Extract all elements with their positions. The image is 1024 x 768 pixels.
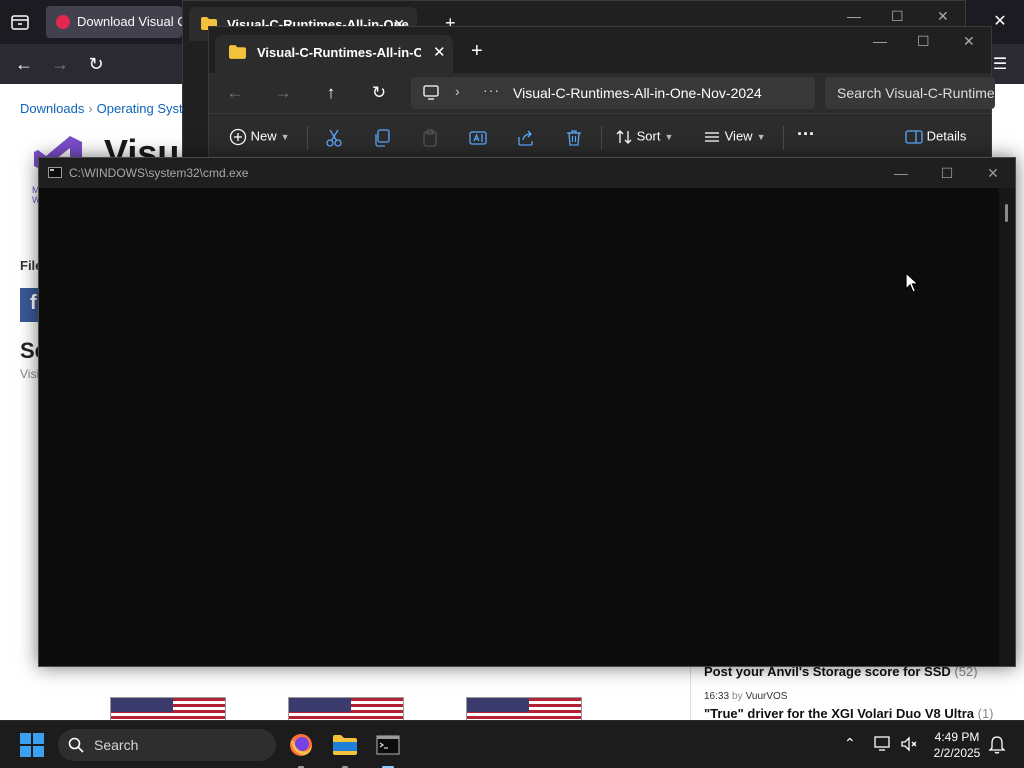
breadcrumb-operating-systems[interactable]: Operating Syste [97,101,190,116]
cmd-title-bar[interactable]: C:\WINDOWS\system32\cmd.exe — ☐ ✕ [39,158,1015,188]
firefox-icon [290,734,312,756]
cmd-title: C:\WINDOWS\system32\cmd.exe [69,166,249,180]
new-tab-button[interactable]: + [471,40,483,63]
us-flag-icon[interactable] [466,697,582,721]
toolbar-divider [307,126,308,150]
folder-icon [333,735,357,755]
us-flag-icon[interactable] [288,697,404,721]
maximize-button[interactable]: ☐ [933,163,961,183]
explorer-toolbar: New ▼ Sort ▼ View ▼ ··· Details [209,113,991,161]
explorer-window: Visual-C-Runtimes-All-in-One- ✕ + — ☐ ✕ … [208,26,995,161]
minimize-button[interactable]: — [887,163,915,183]
tab-list-icon[interactable] [11,14,29,30]
file-explorer-taskbar-button[interactable] [329,729,361,768]
cut-icon[interactable] [325,129,343,147]
windows-logo-icon [20,733,31,744]
notification-bell-icon[interactable] [988,735,1006,755]
minimize-button[interactable]: — [847,8,861,24]
vertical-scrollbar[interactable] [999,188,1015,666]
explorer-tab-label: Visual-C-Runtimes-All-in-One- [257,45,421,60]
up-button[interactable]: ↑ [319,81,343,105]
folder-icon [229,45,246,59]
explorer-tab[interactable]: Visual-C-Runtimes-All-in-One- ✕ [215,35,453,73]
search-icon [68,737,84,753]
chevron-right-icon[interactable]: › [455,83,460,99]
details-button[interactable]: Details [905,128,966,146]
taskbar: Search ⌃ 4:49 PM 2/2/2025 [0,720,1024,768]
firefox-taskbar-button[interactable] [285,729,317,768]
refresh-button[interactable]: ↻ [367,81,391,105]
mouse-cursor-icon [905,272,919,293]
close-window-button[interactable]: ✕ [963,33,975,50]
address-path[interactable]: Visual-C-Runtimes-All-in-One-Nov-2024 [513,85,762,101]
address-field[interactable]: › ··· Visual-C-Runtimes-All-in-One-Nov-2… [411,77,815,109]
browser-tab-label: Download Visual C++ [77,14,182,29]
minimize-button[interactable]: — [873,33,887,49]
cmd-icon [48,167,62,178]
copy-icon[interactable] [373,129,391,147]
volume-muted-icon[interactable] [900,735,918,753]
forward-button[interactable]: → [271,81,295,105]
explorer-tab-bar: Visual-C-Runtimes-All-in-One- ✕ + — ☐ ✕ [209,27,991,73]
sort-icon [616,130,632,144]
this-pc-icon [423,85,439,100]
delete-icon[interactable] [565,129,583,147]
chevron-down-icon: ▼ [756,132,766,143]
clock-date: 2/2/2025 [933,746,981,760]
browser-tab[interactable]: Download Visual C++ [46,6,182,38]
system-clock[interactable]: 4:49 PM 2/2/2025 [930,729,984,761]
tray-overflow-chevron-icon[interactable]: ⌃ [844,735,856,752]
terminal-icon [376,735,400,755]
new-button[interactable]: New ▼ [229,128,290,146]
us-flag-icon[interactable] [110,697,226,721]
section-subtext: Visi [20,367,40,381]
view-list-icon [705,132,719,142]
taskbar-search-box[interactable]: Search [58,729,276,761]
close-window-button[interactable]: ✕ [937,8,949,25]
cmd-taskbar-button[interactable] [372,729,404,768]
network-icon[interactable] [873,735,893,753]
rename-icon[interactable] [469,129,487,147]
plus-circle-icon [229,128,247,146]
explorer-address-bar: ← → ↑ ↻ › ··· Visual-C-Runtimes-All-in-O… [209,73,995,113]
breadcrumb-downloads[interactable]: Downloads [20,101,84,116]
browser-menu-button[interactable]: ☰ [990,54,1010,74]
close-window-button[interactable]: ✕ [979,163,1007,183]
more-options-button[interactable]: ··· [797,124,815,145]
chevron-down-icon: ▼ [664,132,674,143]
close-tab-button[interactable]: ✕ [433,43,446,61]
toolbar-divider [783,126,784,150]
path-overflow-button[interactable]: ··· [483,82,500,98]
browser-forward-button[interactable]: → [48,53,72,75]
news-item-meta: 16:33 by VuurVOS [704,691,788,702]
sidebar-divider [690,660,691,720]
details-pane-icon [905,130,923,144]
chevron-down-icon: ▼ [280,132,290,143]
clock-time: 4:49 PM [934,730,980,744]
maximize-button[interactable]: ☐ [891,8,904,25]
share-icon[interactable] [517,129,535,147]
news-item-link[interactable]: "True" driver for the XGI Volari Duo V8 … [704,706,994,721]
view-button[interactable]: View ▼ [703,128,766,146]
breadcrumb: Downloads › Operating Syste [20,101,190,116]
start-button[interactable] [20,733,44,757]
breadcrumb-separator-icon: › [88,101,93,116]
toolbar-divider [601,126,602,150]
browser-back-button[interactable]: ← [12,53,36,75]
back-button[interactable]: ← [223,81,247,105]
scrollbar-thumb[interactable] [1005,204,1008,222]
site-favicon-icon [56,15,70,29]
paste-icon[interactable] [421,129,439,147]
sort-button[interactable]: Sort ▼ [615,128,673,146]
browser-close-button[interactable]: ✕ [990,12,1010,32]
search-input[interactable]: Search Visual-C-Runtimes [825,77,995,109]
console-output[interactable] [39,188,999,666]
maximize-button[interactable]: ☐ [917,33,930,50]
cmd-window: C:\WINDOWS\system32\cmd.exe — ☐ ✕ [38,157,1016,667]
browser-reload-button[interactable]: ↻ [84,53,108,75]
